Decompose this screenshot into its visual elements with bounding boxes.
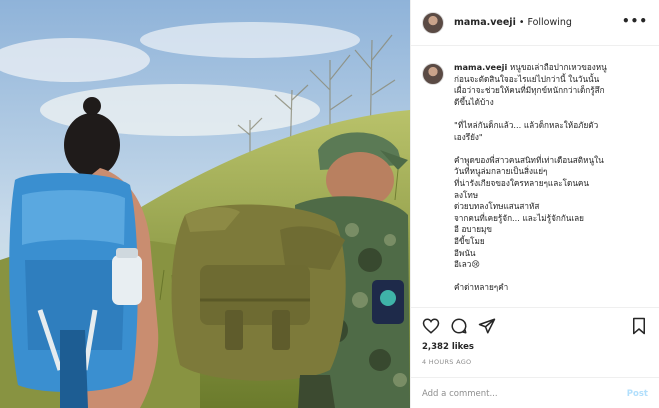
caption-line: ก่อนจะตัดสินใจอะไรแย่ไปกว่านี้ ในวันนั้น [454, 73, 600, 84]
share-icon[interactable] [478, 317, 496, 335]
post-photo[interactable] [0, 0, 410, 408]
caption-avatar[interactable] [422, 63, 444, 85]
post-actions: 2,382 likes 4 HOURS AGO Add a comment...… [411, 307, 659, 408]
header-username[interactable]: mama.veeji [454, 17, 516, 28]
post-timestamp[interactable]: 4 HOURS AGO [422, 358, 471, 366]
caption-line: เองรึยัง" [454, 131, 483, 142]
likes-count[interactable]: 2,382 likes [422, 342, 474, 352]
caption-line: ด่วยบทลงโทษแสนสาหัส [454, 201, 540, 212]
caption-line: ที่น่ารังเกียจของใครหลายๆและโดนคน [454, 177, 590, 188]
post-side-panel: mama.veeji • Following ••• mama.veeji หน… [410, 0, 659, 408]
caption-line: อีขี้ขโมย [454, 235, 485, 246]
caption-line [454, 271, 644, 283]
avatar[interactable] [422, 11, 444, 34]
caption-line: คำพูดของพี่สาวคนสนิทที่เท่าเดือนสติหนูใน [454, 154, 604, 165]
caption-line: คำด่าหลายๆคำ [454, 282, 509, 293]
caption-line: เผื่อว่าจะช่วยให้คนที่มีทุกข์หนักกว่าเด็… [454, 85, 605, 96]
post-header: mama.veeji • Following ••• [411, 0, 659, 46]
comment-input[interactable]: Add a comment... [422, 389, 498, 399]
caption-line: อีเลว😢 [454, 259, 480, 270]
caption-text: mama.veeji หนูขอเล่าถือปากเหวของหนู ก่อน… [454, 62, 644, 294]
caption-line: อีพนัน [454, 247, 476, 258]
caption-line: หนูขอเล่าถือปากเหวของหนู [509, 62, 607, 72]
action-icons [422, 317, 496, 335]
caption-line: วันที่หนูล่มกลายเป็นสิ่งแย่ๆ [454, 166, 548, 177]
caption-comment: mama.veeji หนูขอเล่าถือปากเหวของหนู ก่อน… [422, 62, 652, 294]
heart-icon[interactable] [422, 317, 440, 335]
hikers-photo [0, 0, 410, 408]
caption-line: "ที่ไหล่กันด็กแล้ว... แล้วด็กหละให้อภัยต… [454, 119, 599, 130]
caption-line: ลงโทษ [454, 189, 479, 200]
add-comment-bar: Add a comment... Post [411, 377, 659, 408]
separator-dot: • [518, 17, 525, 28]
caption-username[interactable]: mama.veeji [454, 62, 507, 72]
comment-icon[interactable] [450, 317, 468, 335]
bookmark-icon[interactable] [630, 317, 648, 335]
more-options-icon[interactable]: ••• [622, 14, 648, 28]
post-comment-button[interactable]: Post [627, 389, 648, 399]
caption-line: ดีขึ้นได้บ้าง [454, 96, 494, 107]
following-button[interactable]: Following [527, 17, 572, 28]
caption-line: อี อบายมุข [454, 224, 493, 235]
caption-line [454, 143, 644, 155]
caption-line: จากคนที่เคยรู้จัก... และไม่รู้จักกันเลย [454, 212, 584, 223]
caption-line [454, 108, 644, 120]
